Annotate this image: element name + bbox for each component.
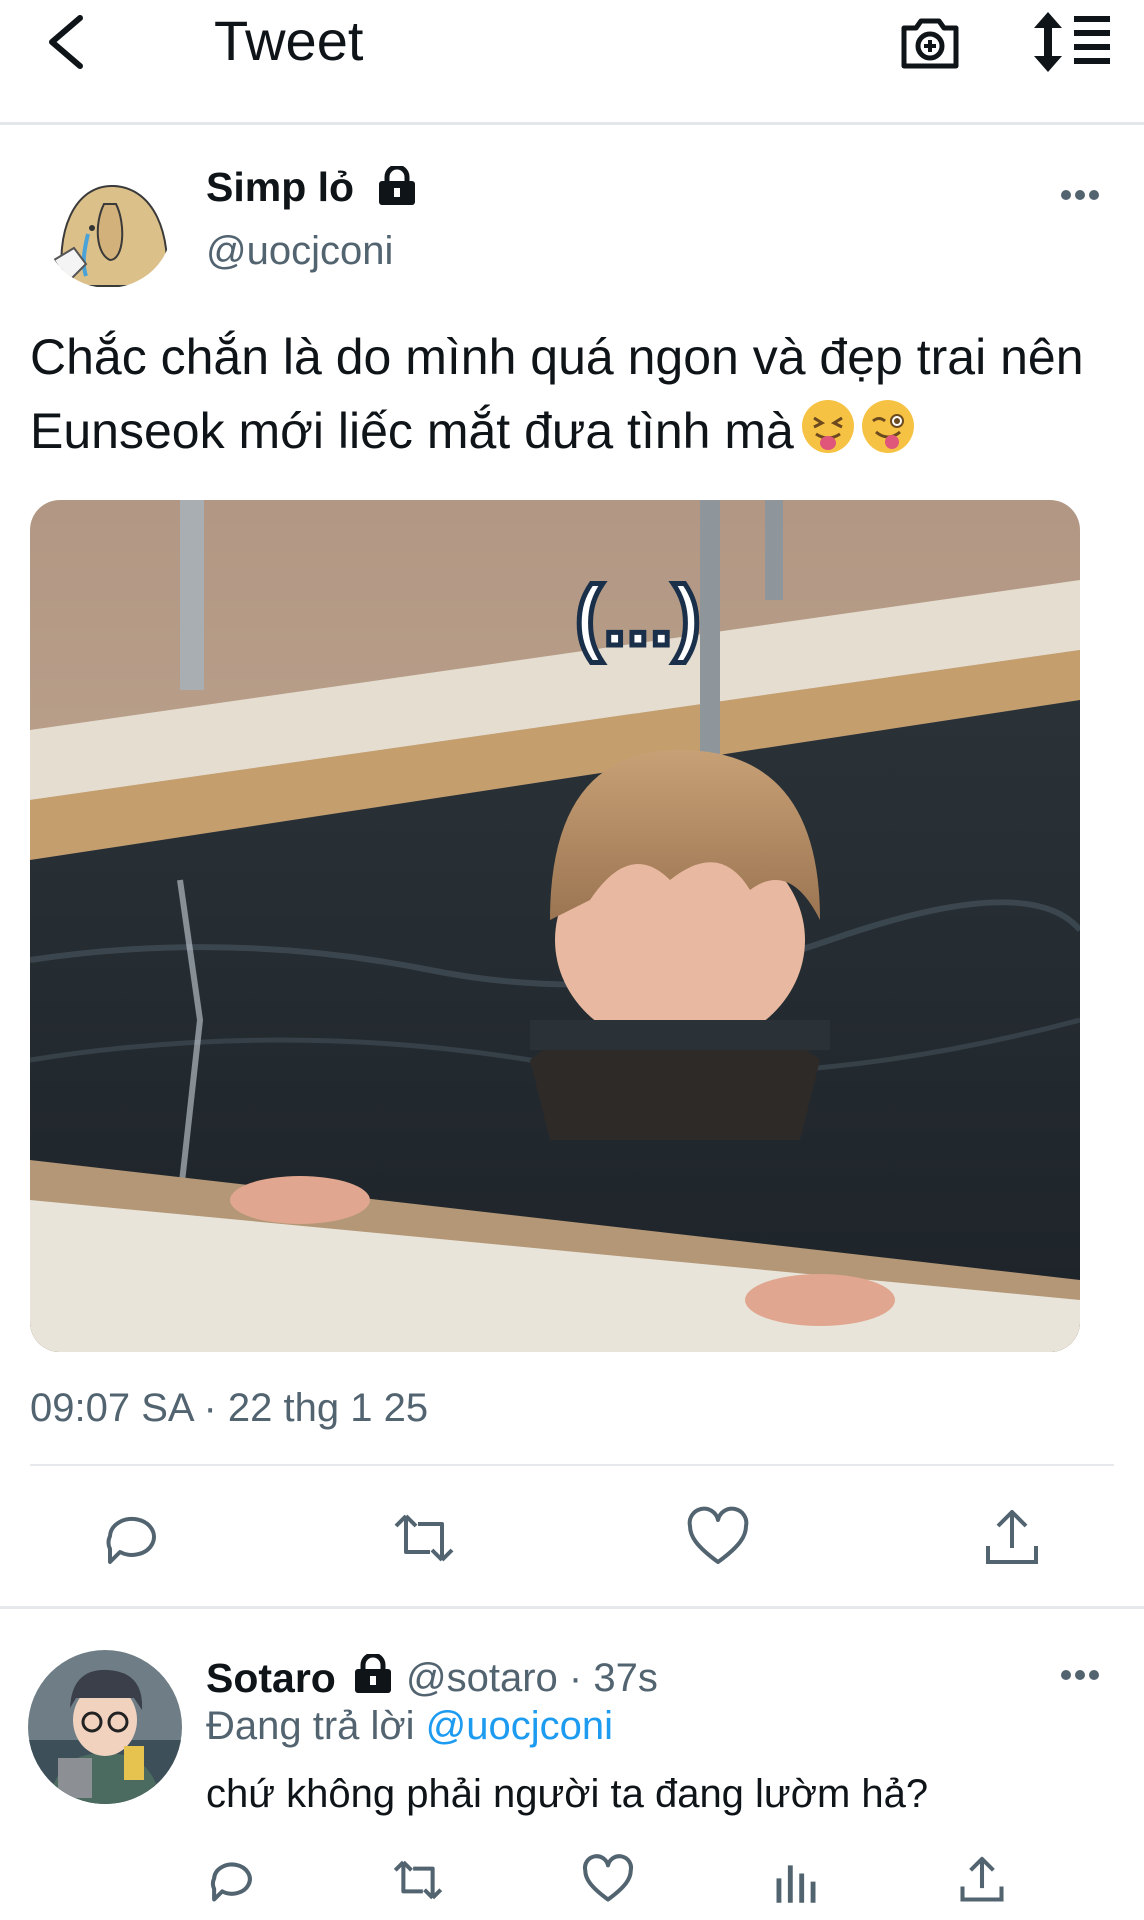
reply-icon[interactable]	[206, 1854, 258, 1906]
divider	[0, 1606, 1144, 1609]
mention-link[interactable]: @uocjconi	[426, 1704, 613, 1748]
image-overlay-text: (...)	[575, 569, 701, 663]
reply-text: chứ không phải người ta đang lườm hả?	[206, 1772, 929, 1816]
sort-icon[interactable]	[1034, 10, 1112, 74]
replying-to: Đang trả lời @uocjconi	[206, 1700, 613, 1752]
avatar[interactable]	[44, 164, 172, 288]
tweet-text: Chắc chắn là do mình quá ngon và đẹp tra…	[30, 329, 1084, 459]
views-icon[interactable]	[770, 1854, 822, 1906]
lock-icon	[379, 166, 415, 205]
winking-tongue-emoji	[861, 400, 914, 453]
reply-icon[interactable]	[100, 1506, 164, 1570]
retweet-icon[interactable]	[392, 1854, 444, 1906]
top-bar	[0, 0, 1144, 125]
author-name[interactable]: Simp lỏ	[206, 162, 354, 212]
author-handle[interactable]: @uocjconi	[206, 226, 393, 276]
page-title: Tweet	[214, 9, 364, 72]
share-icon[interactable]	[980, 1506, 1044, 1570]
like-icon[interactable]	[686, 1506, 750, 1570]
tweet-timestamp[interactable]: 09:07 SA · 22 thg 1 25	[30, 1380, 428, 1436]
divider	[30, 1464, 1114, 1466]
more-options-icon[interactable]	[1060, 188, 1100, 202]
retweet-icon[interactable]	[392, 1506, 456, 1570]
reply-meta[interactable]: @sotaro · 37s	[406, 1652, 658, 1704]
back-arrow-icon[interactable]	[40, 8, 90, 76]
squinting-tongue-emoji	[801, 400, 854, 453]
tweet-photo[interactable]: (...)	[30, 500, 1080, 1352]
camera-icon[interactable]	[898, 10, 962, 74]
reply-author-name[interactable]: Sotaro	[206, 1652, 336, 1704]
more-options-icon[interactable]	[1060, 1668, 1100, 1682]
share-icon[interactable]	[956, 1854, 1008, 1906]
replying-prefix: Đang trả lời	[206, 1704, 415, 1748]
like-icon[interactable]	[582, 1854, 634, 1906]
avatar[interactable]	[28, 1650, 182, 1804]
lock-icon	[355, 1654, 391, 1693]
